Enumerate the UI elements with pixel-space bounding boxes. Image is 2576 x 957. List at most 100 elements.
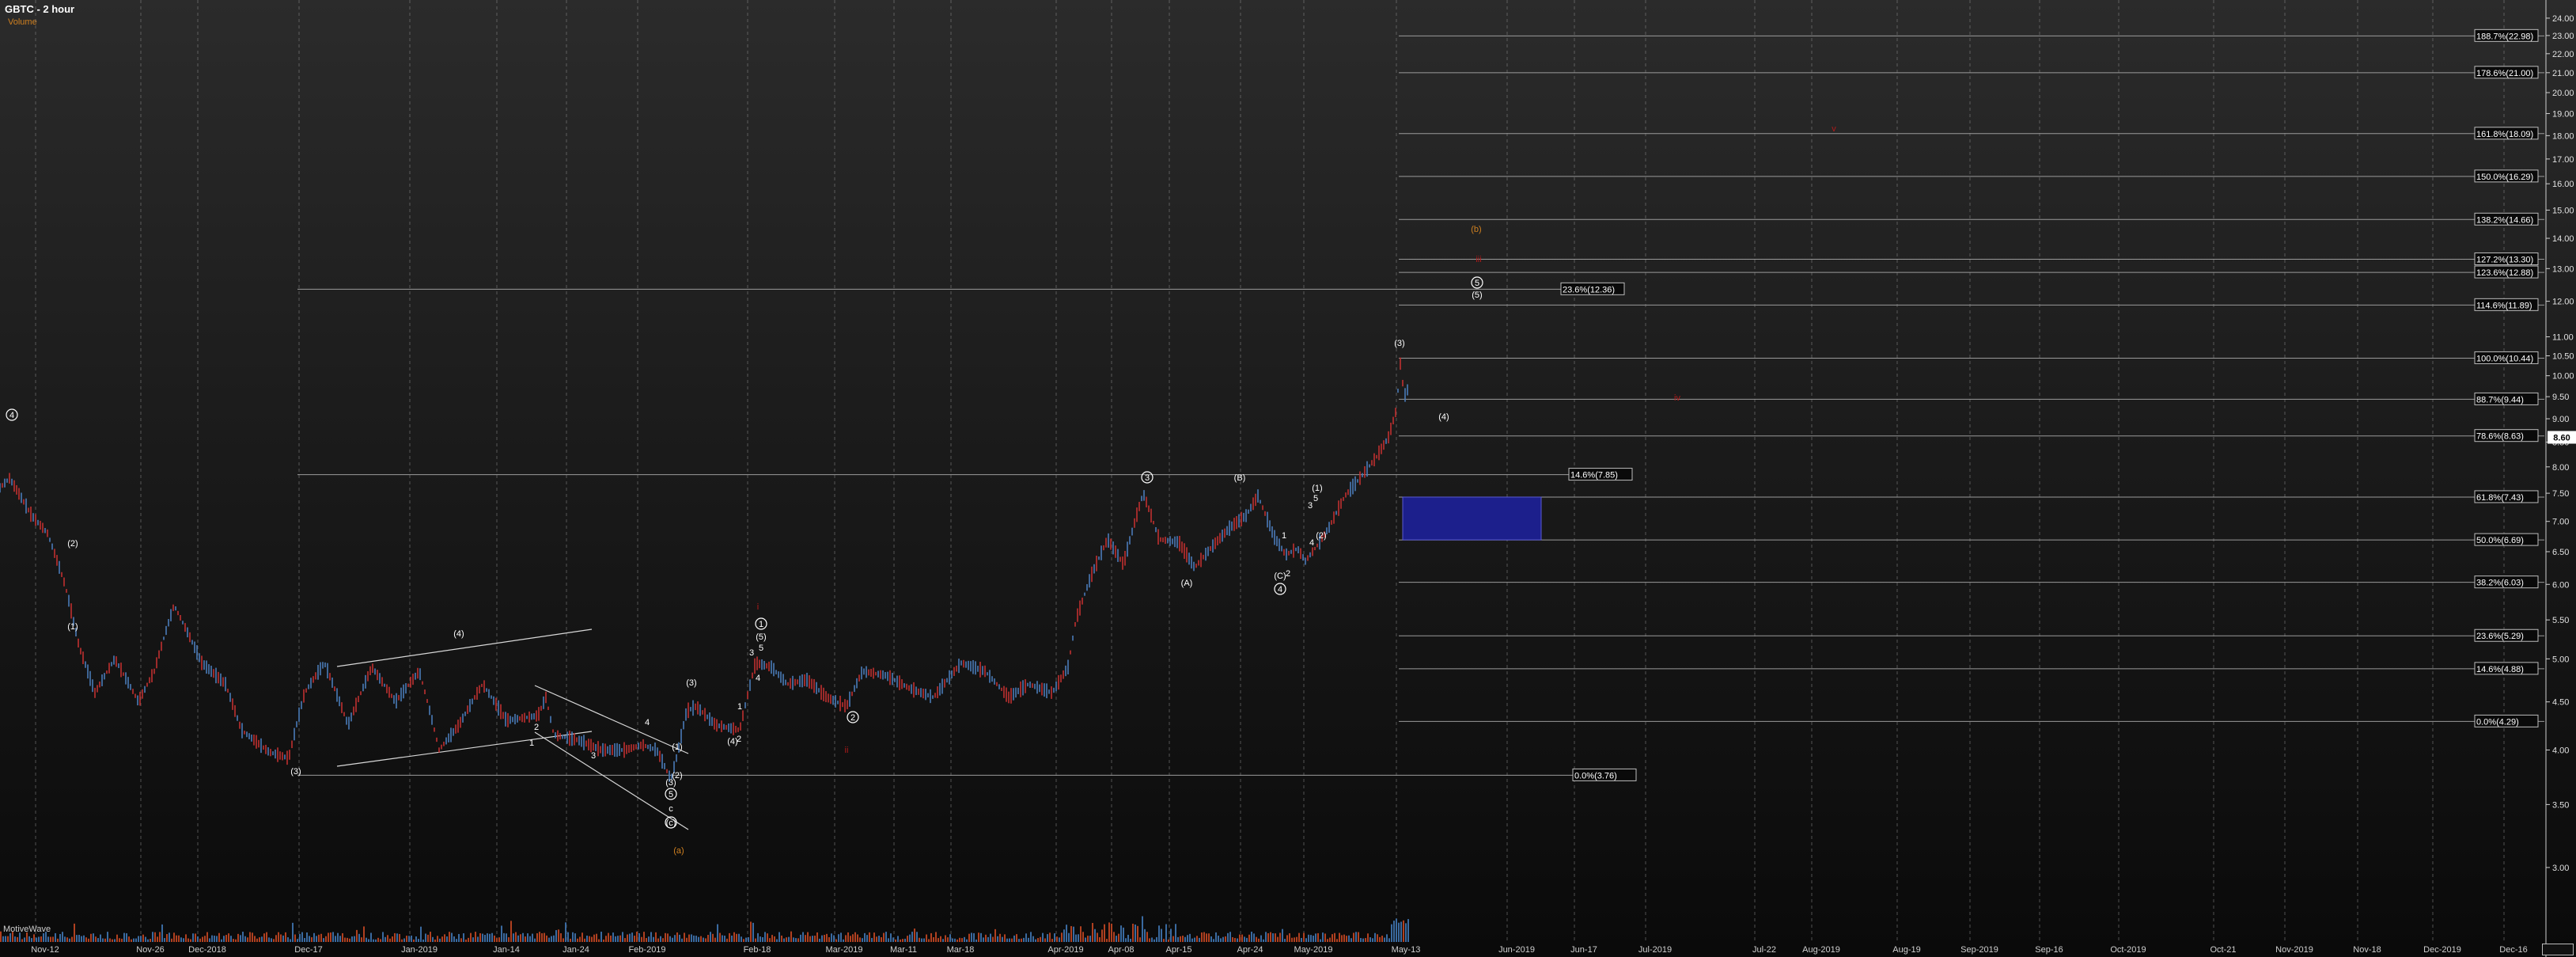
volume-bar [2,936,4,942]
wave-label: 4 [1309,538,1314,548]
volume-bar [161,924,163,942]
y-tick-label: 9.50 [2552,393,2569,402]
volume-bar [600,932,602,942]
volume-bar [1279,932,1281,942]
corner-widget[interactable] [2542,944,2574,955]
wave-label: 4 [645,718,650,727]
volume-bar [1346,936,1347,942]
volume-bar [643,932,645,942]
volume-bar [781,935,782,942]
wave-label: 4 [756,674,760,683]
volume-bar [304,938,305,942]
volume-bar [819,938,820,942]
volume-bar [17,936,18,942]
volume-bar [301,932,303,942]
volume-bar [252,932,253,942]
x-tick-label: Aug-19 [1892,945,1920,955]
volume-bar [565,922,566,942]
volume-bar [968,933,970,942]
volume-bar [1362,938,1364,942]
volume-bar [617,936,619,942]
volume-bar [560,932,562,942]
volume-bar [971,932,972,942]
volume-bar [743,939,744,942]
volume-bar [598,939,600,942]
fib-level-label: 14.6%(4.88) [2476,665,2524,674]
volume-bar [427,934,429,942]
volume-bar [1101,929,1103,942]
volume-bar [31,938,32,942]
volume-bar [128,936,130,942]
volume-bar [1030,932,1032,942]
volume-bar [261,936,263,942]
volume-bar [1232,936,1233,942]
y-tick-label: 21.00 [2552,69,2574,78]
volume-bar [892,937,894,942]
volume-bar [650,932,652,942]
fib-level-label: 38.2%(6.03) [2476,579,2524,588]
volume-bar [1130,938,1131,942]
price-chart[interactable]: Nov-12 Nov-26 Dec-2018 Dec-17 Jan-2019 Jan-14… [0,0,2576,957]
volume-bar [876,936,877,942]
volume-bar [987,936,989,942]
volume-bar [1208,933,1210,942]
volume-bar [119,938,120,942]
volume-bar [152,932,153,942]
volume-bar [1144,929,1146,942]
volume-bar [596,933,597,942]
volume-bar [890,933,892,942]
volume-bar [539,932,540,942]
volume-bar [430,932,431,942]
wave-label: (C) [1274,572,1286,581]
volume-bar [729,932,730,942]
x-tick-label: Apr-2019 [1047,945,1083,955]
chart-stage: GBTC - 2 hour Volume Nov-12 Nov-26 Dec-201… [0,0,2576,957]
wave-label: 5 [1475,279,1479,288]
volume-bar [679,934,680,942]
volume-bar [783,938,785,942]
volume-bar [771,935,773,942]
volume-bar [707,935,709,942]
volume-bar [318,934,320,942]
volume-bar [335,936,336,942]
volume-bar [1253,933,1255,942]
volume-bar [472,937,474,942]
volume-bar [574,933,576,942]
fib-level-label: 23.6%(5.29) [2476,632,2524,641]
volume-bar [328,932,329,942]
volume-bar [1365,938,1366,942]
fib-level-label: 78.6%(8.63) [2476,432,2524,442]
volume-bar [930,932,932,942]
volume-bar [275,935,277,942]
volume-bar [1234,937,1236,942]
volume-bar [710,932,711,942]
volume-bar [1286,935,1288,942]
volume-bar [446,936,448,942]
volume-bar [1120,925,1122,942]
wave-label: (1) [67,622,78,632]
volume-bar [764,932,766,942]
volume-bar [1066,925,1067,942]
volume-bar [71,936,73,942]
volume-bar [1168,939,1169,942]
volume-bar [840,932,842,942]
volume-bar [572,932,574,942]
volume-bar [482,933,483,942]
volume-bar [778,932,780,942]
volume-bar [104,938,106,942]
volume-bar [591,936,593,942]
volume-bar [1032,936,1034,942]
volume-bar [1044,938,1046,942]
volume-bar [1369,937,1371,942]
volume-bar [793,937,794,942]
volume-bar [862,938,863,942]
volume-bar [1334,932,1335,942]
wave-label: 1 [759,620,763,629]
volume-bar [622,932,623,942]
volume-bar [9,932,11,942]
volume-bar [1241,934,1243,942]
volume-bar [1163,939,1165,942]
volume-bar [1172,936,1174,942]
volume-bar [859,937,861,942]
volume-bar [154,932,156,942]
